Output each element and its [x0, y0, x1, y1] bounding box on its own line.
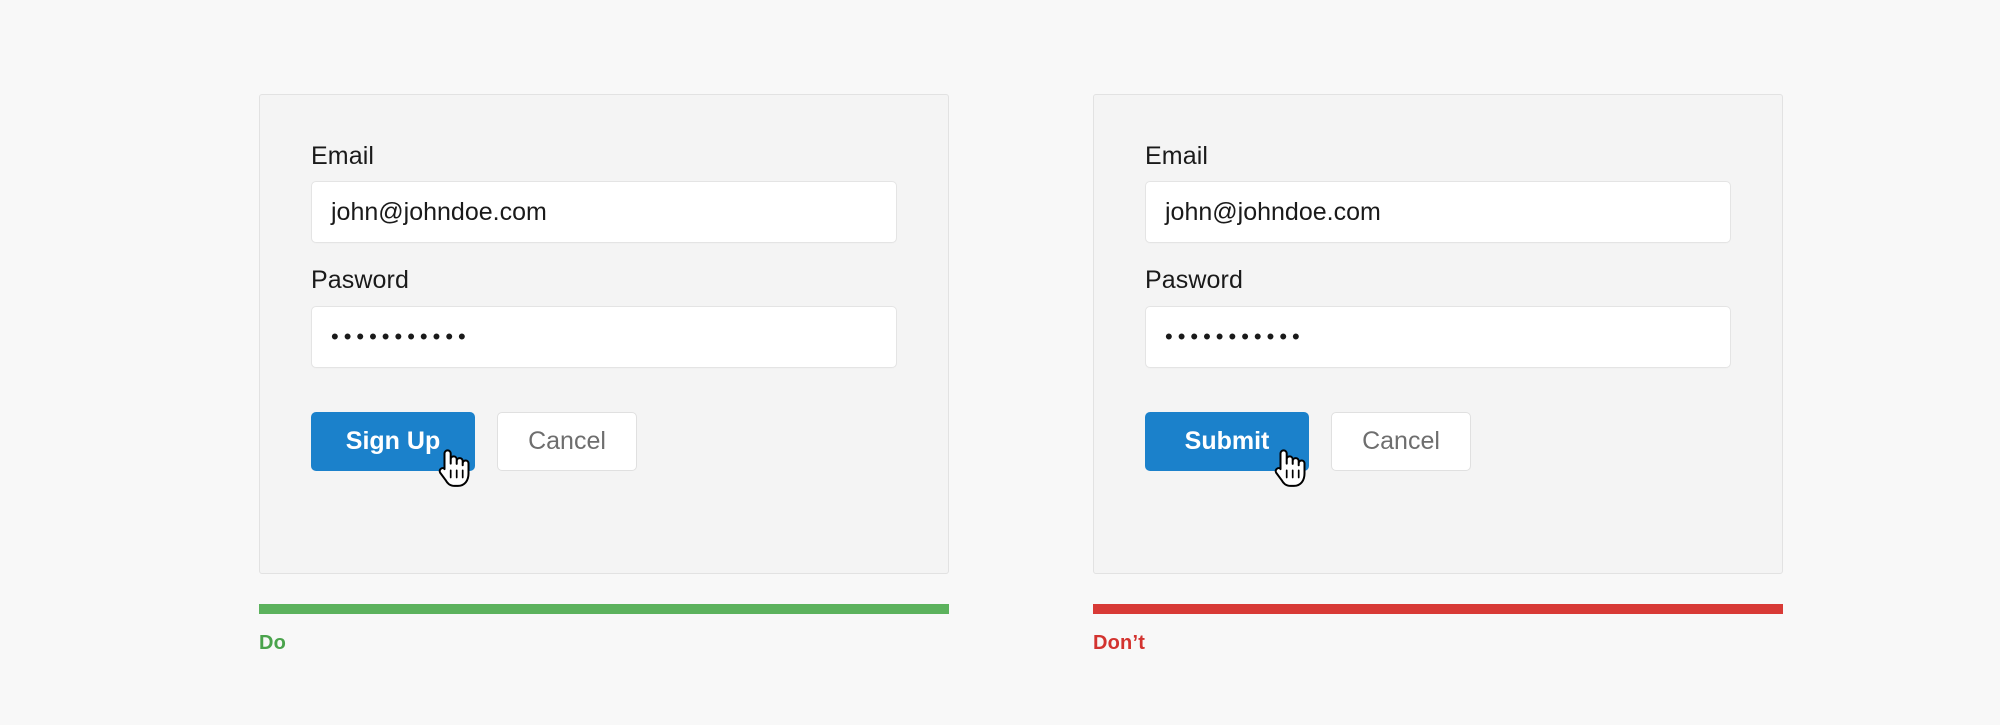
dont-indicator-bar: [1093, 604, 1783, 614]
email-field-group-do: Email john@johndoe.com: [311, 141, 897, 244]
password-label: Pasword: [311, 266, 409, 295]
form-actions-dont: Submit Cancel: [1145, 411, 1731, 487]
email-field-group-dont: Email john@johndoe.com: [1145, 141, 1731, 244]
cancel-button[interactable]: Cancel: [497, 411, 637, 471]
email-input[interactable]: john@johndoe.com: [1145, 181, 1731, 244]
password-field-group-do: Pasword •••••••••••: [311, 265, 897, 368]
comparison-stage: Email john@johndoe.com Pasword •••••••••…: [0, 0, 2000, 725]
password-label: Pasword: [1145, 266, 1243, 295]
signup-button[interactable]: Sign Up: [311, 411, 475, 471]
do-verdict: Do: [259, 604, 949, 655]
dont-verdict: Don’t: [1093, 604, 1783, 655]
submit-button[interactable]: Submit: [1145, 411, 1309, 471]
form-actions-do: Sign Up Cancel: [311, 411, 897, 487]
do-indicator-bar: [259, 604, 949, 614]
email-label: Email: [311, 142, 375, 170]
password-input[interactable]: •••••••••••: [311, 305, 897, 368]
signup-form-card-dont: Email john@johndoe.com Pasword •••••••••…: [1093, 94, 1783, 574]
dont-label: Don’t: [1093, 632, 1146, 654]
signup-form-card-do: Email john@johndoe.com Pasword •••••••••…: [259, 94, 949, 574]
do-label: Do: [259, 632, 287, 654]
email-input[interactable]: john@johndoe.com: [311, 181, 897, 244]
password-field-group-dont: Pasword •••••••••••: [1145, 265, 1731, 368]
password-input[interactable]: •••••••••••: [1145, 305, 1731, 368]
do-example: Email john@johndoe.com Pasword •••••••••…: [259, 94, 949, 574]
dont-example: Email john@johndoe.com Pasword •••••••••…: [1093, 94, 1783, 574]
cancel-button[interactable]: Cancel: [1331, 411, 1471, 471]
email-label: Email: [1145, 142, 1209, 170]
